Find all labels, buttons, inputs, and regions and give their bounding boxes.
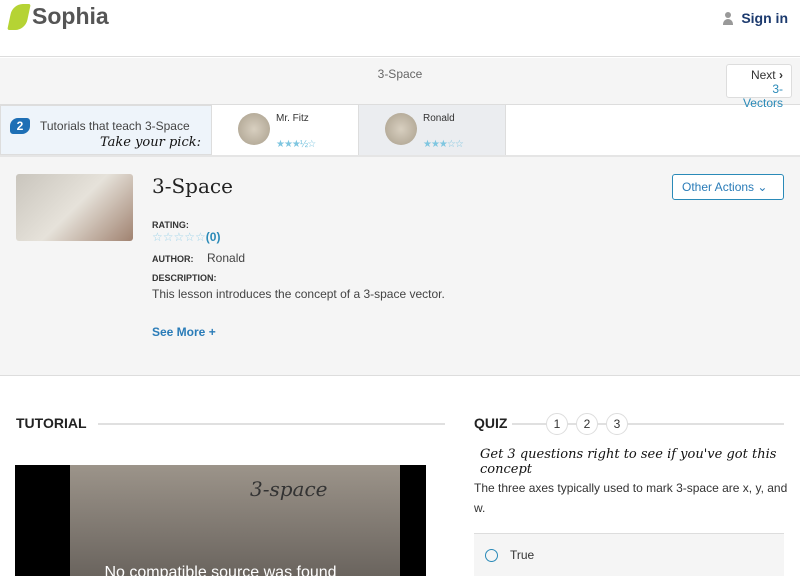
sophia-logo[interactable]: Sophia (7, 3, 109, 30)
quiz-question-2[interactable]: 2 (576, 413, 598, 435)
sign-in-link[interactable]: Sign in (723, 10, 788, 26)
divider (98, 423, 445, 425)
chevron-right-icon: › (779, 68, 783, 82)
tutorial-title: 3-Space (152, 174, 233, 198)
quiz-heading: QUIZ (474, 415, 508, 431)
option-label: True (510, 548, 535, 562)
picker-intro-text: Tutorials that teach 3-Space (40, 119, 190, 133)
radio-button[interactable] (485, 549, 498, 562)
rating-count: (0) (205, 230, 221, 244)
tutorial-thumbnail (16, 174, 133, 241)
avatar (385, 113, 417, 145)
rating[interactable]: ☆☆☆☆☆(0) (152, 230, 220, 244)
quiz-option-true[interactable]: True (474, 533, 784, 576)
sign-in-label: Sign in (741, 10, 788, 26)
concept-title: 3-Space (377, 67, 423, 81)
tutor-name: Ronald (423, 113, 455, 124)
rating-label: RATING: (152, 220, 189, 230)
tutorial-picker: 2 Tutorials that teach 3-Space Take your… (0, 105, 800, 157)
rating-stars[interactable]: ☆☆☆☆☆ (152, 230, 206, 244)
star-rating: ★★★½☆ (276, 139, 316, 150)
author-label: AUTHOR: (152, 254, 194, 264)
avatar (238, 113, 270, 145)
tutorial-heading: TUTORIAL (16, 415, 87, 431)
quiz-question-text: The three axes typically used to mark 3-… (474, 481, 788, 515)
quiz-tagline: Get 3 questions right to see if you've g… (480, 447, 777, 477)
star-rating: ★★★☆☆ (423, 139, 464, 150)
nav-bar: 3-Space Next › 3-Vectors (0, 58, 800, 110)
user-icon (723, 11, 734, 25)
logo-text: Sophia (32, 3, 109, 29)
video-error: No compatible source was found (104, 564, 337, 576)
description: This lesson introduces the concept of a … (152, 287, 445, 301)
author-name: Ronald (207, 251, 246, 265)
video-frame: 3-space (70, 465, 400, 576)
quiz-question-1[interactable]: 1 (546, 413, 568, 435)
next-button[interactable]: Next › 3-Vectors (726, 64, 792, 110)
quiz-question-3[interactable]: 3 (606, 413, 628, 435)
picker-intro: 2 Tutorials that teach 3-Space Take your… (0, 105, 212, 155)
tutorial-summary: 3-Space RATING: ☆☆☆☆☆(0) AUTHOR: Ronald … (0, 157, 800, 376)
tutor-name: Mr. Fitz (276, 113, 309, 124)
header: Sophia Sign in (0, 0, 800, 57)
logo-icon (7, 3, 31, 30)
see-more-link[interactable]: See More + (152, 325, 216, 339)
take-your-pick: Take your pick: (99, 135, 201, 150)
tutor-card-mr-fitz[interactable]: Mr. Fitz ★★★½☆ (212, 105, 359, 155)
next-label: Next (750, 68, 776, 82)
description-label: DESCRIPTION: (152, 273, 217, 283)
other-actions-dropdown[interactable]: Other Actions ⌄ (672, 174, 784, 200)
video-whiteboard-text: 3-space (250, 477, 328, 501)
tutorial-count-badge: 2 (10, 118, 30, 134)
video-player[interactable]: 3-space No compatible source was found (15, 465, 426, 576)
tutor-card-ronald[interactable]: Ronald ★★★☆☆ (359, 105, 506, 155)
